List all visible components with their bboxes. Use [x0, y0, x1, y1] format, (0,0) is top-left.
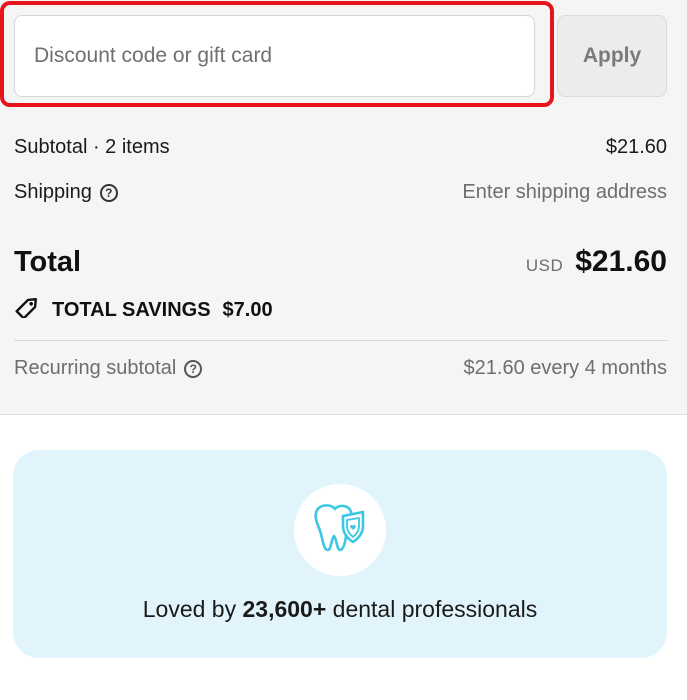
shipping-value: Enter shipping address [462, 181, 667, 203]
total-row: Total USD $21.60 [14, 245, 667, 279]
tooth-shield-icon [311, 502, 369, 559]
tag-icon [14, 296, 42, 324]
checkout-page: Apply Subtotal · 2 items $21.60 Shipping… [0, 0, 687, 700]
currency-code: USD [525, 256, 564, 275]
promo-count: 23,600+ [242, 596, 327, 622]
promo-icon-badge [294, 484, 386, 576]
highlight-annotation [0, 1, 554, 107]
shipping-row: Shipping ? Enter shipping address [14, 181, 667, 204]
divider [14, 340, 667, 341]
apply-button[interactable]: Apply [557, 15, 667, 97]
total-amount: $21.60 [575, 245, 667, 278]
shipping-label: Shipping [14, 181, 92, 203]
promo-card: Loved by 23,600+ dental professionals [13, 450, 667, 658]
question-circle-icon[interactable]: ? [184, 359, 203, 378]
subtotal-label: Subtotal · 2 items [14, 136, 170, 158]
recurring-subtotal-label: Recurring subtotal [14, 357, 177, 379]
question-circle-icon[interactable]: ? [99, 183, 118, 202]
promo-suffix: dental professionals [332, 596, 538, 622]
subtotal-value: $21.60 [605, 136, 667, 158]
order-summary: Apply Subtotal · 2 items $21.60 Shipping… [0, 0, 687, 415]
recurring-subtotal-row: Recurring subtotal ? $21.60 every 4 mont… [14, 357, 667, 380]
total-label: Total [14, 245, 82, 278]
promo-text: Loved by 23,600+ dental professionals [13, 596, 667, 623]
savings-value: $7.00 [222, 298, 273, 321]
subtotal-row: Subtotal · 2 items $21.60 [14, 136, 667, 159]
total-savings: TOTAL SAVINGS $7.00 [14, 296, 273, 324]
recurring-subtotal-value: $21.60 every 4 months [463, 357, 667, 379]
promo-prefix: Loved by [142, 596, 237, 622]
savings-label: TOTAL SAVINGS [52, 298, 211, 321]
